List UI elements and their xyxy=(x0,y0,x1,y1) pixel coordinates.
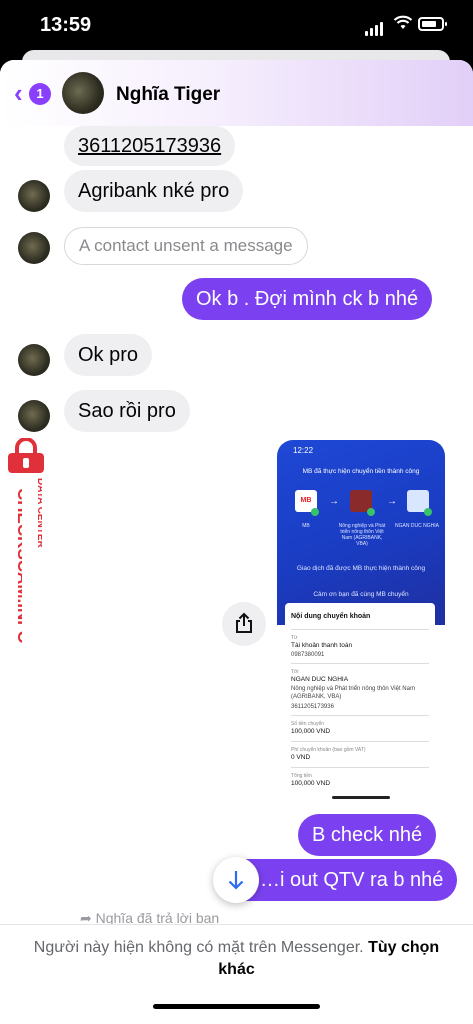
divider xyxy=(291,767,429,768)
unavailable-notice: Người này hiện không có mặt trên Messeng… xyxy=(33,939,364,956)
scroll-to-bottom-button[interactable] xyxy=(213,857,259,903)
receipt-thanks-text: Cảm ơn bạn đã cùng MB chuyển xyxy=(313,591,409,598)
share-icon xyxy=(236,612,252,633)
receipt-success-text: Giao dịch đã được MB thực hiện thành côn… xyxy=(296,565,426,572)
total-value: 100,000 VND xyxy=(291,780,331,787)
receipt-card: Nội dung chuyển khoản Từ Tài khoản thanh… xyxy=(285,603,435,803)
message-list[interactable]: 3611205173936 Agribank nké pro A contact… xyxy=(0,126,473,926)
message-text: …i out QTV ra b nhé xyxy=(260,869,444,891)
total-label: Tổng tiền xyxy=(291,773,312,779)
message-bubble[interactable]: B check nhé xyxy=(298,814,437,856)
receipt-title: MB đã thực hiện chuyển tiền thành công xyxy=(302,468,420,475)
chat-screen: ‹ 1 Nghĩa Tiger 3611205173936 Agribank n… xyxy=(0,60,473,1024)
card-title: Nội dung chuyển khoản xyxy=(291,613,371,620)
fee-value: 0 VND xyxy=(291,754,311,761)
receipt-header: 12:22 MB đã thực hiện chuyển tiền thành … xyxy=(277,440,445,625)
status-bar: 13:59 xyxy=(0,0,473,52)
divider xyxy=(291,715,429,716)
message-text: Ok b . Đợi mình ck b nhé xyxy=(196,288,419,310)
unsent-message-notice: A contact unsent a message xyxy=(64,227,308,265)
divider xyxy=(291,629,429,630)
wifi-icon xyxy=(393,15,413,29)
to-label: Tới xyxy=(291,669,299,675)
to-name: NGAN DUC NGHIA xyxy=(291,676,349,683)
chat-header: ‹ 1 Nghĩa Tiger xyxy=(0,60,473,126)
from-label: Từ xyxy=(291,635,298,641)
message-text: Sao rồi pro xyxy=(78,400,176,422)
checkscam-watermark: CHECKSCAM.INFO DATA CENTER xyxy=(0,438,52,668)
amount-value: 100,000 VND xyxy=(291,728,331,735)
message-bubble[interactable]: 3611205173936 xyxy=(64,126,236,166)
battery-icon xyxy=(418,17,447,31)
check-icon xyxy=(367,508,375,516)
sender-avatar xyxy=(18,400,50,432)
sender-avatar xyxy=(18,344,50,376)
check-icon xyxy=(424,508,432,516)
message-bubble[interactable]: Ok b . Đợi mình ck b nhé xyxy=(182,278,433,320)
lock-icon xyxy=(8,438,44,473)
receipt-time: 12:22 xyxy=(293,446,314,455)
home-indicator xyxy=(153,1004,320,1009)
fee-label: Phí chuyển khoản (bao gồm VAT) xyxy=(291,747,366,753)
share-button[interactable] xyxy=(222,602,266,646)
message-text: B check nhé xyxy=(312,824,423,846)
shared-image[interactable]: 12:22 MB đã thực hiện chuyển tiền thành … xyxy=(277,440,445,804)
mid-bank-label: Nông nghiệp và Phát triển nông thôn Việt… xyxy=(338,523,386,547)
svg-text:DATA CENTER: DATA CENTER xyxy=(35,478,42,549)
arrow-right-icon: → xyxy=(387,496,397,507)
unavailable-footer: Người này hiện không có mặt trên Messeng… xyxy=(0,924,473,1024)
message-text: Ok pro xyxy=(78,344,139,366)
to-bank-label: NGAN DUC NGHIA xyxy=(395,523,439,529)
amount-label: Số tiền chuyển xyxy=(291,721,325,727)
back-chevron-icon: ‹ xyxy=(14,78,23,108)
status-time: 13:59 xyxy=(40,14,92,36)
receipt-home-indicator xyxy=(332,796,390,799)
message-bubble[interactable]: Ok pro xyxy=(64,334,153,376)
from-account: Tài khoản thanh toán xyxy=(291,642,353,649)
message-text: 3611205173936 xyxy=(78,135,222,157)
arrow-right-icon: → xyxy=(329,496,339,507)
contact-avatar[interactable] xyxy=(62,72,104,114)
back-button[interactable]: ‹ 1 xyxy=(14,78,54,108)
divider xyxy=(291,741,429,742)
sender-avatar xyxy=(18,232,50,264)
unsent-text: A contact unsent a message xyxy=(79,236,293,255)
from-bank-label: MB xyxy=(302,523,310,529)
unread-badge: 1 xyxy=(29,83,51,105)
message-text: Agribank nké pro xyxy=(78,180,230,202)
watermark-text-main: CHECKSCAM.INFO xyxy=(14,488,22,644)
check-icon xyxy=(311,508,319,516)
divider xyxy=(291,663,429,664)
message-bubble[interactable]: Sao rồi pro xyxy=(64,390,190,432)
from-number: 0987380091 xyxy=(291,652,325,658)
to-bank: Nông nghiệp và Phát triển nông thôn Việt… xyxy=(291,686,415,700)
to-number: 3611205173936 xyxy=(291,704,334,710)
arrow-down-icon xyxy=(228,871,244,890)
message-bubble[interactable]: Agribank nké pro xyxy=(64,170,244,212)
sender-avatar xyxy=(18,180,50,212)
cellular-signal-icon xyxy=(365,18,385,36)
svg-text:CHECKSCAM.INFO: CHECKSCAM.INFO xyxy=(14,488,22,644)
contact-name[interactable]: Nghĩa Tiger xyxy=(116,84,220,106)
watermark-text-sub: DATA CENTER xyxy=(35,478,42,549)
footer-text: Người này hiện không có mặt trên Messeng… xyxy=(20,937,453,981)
